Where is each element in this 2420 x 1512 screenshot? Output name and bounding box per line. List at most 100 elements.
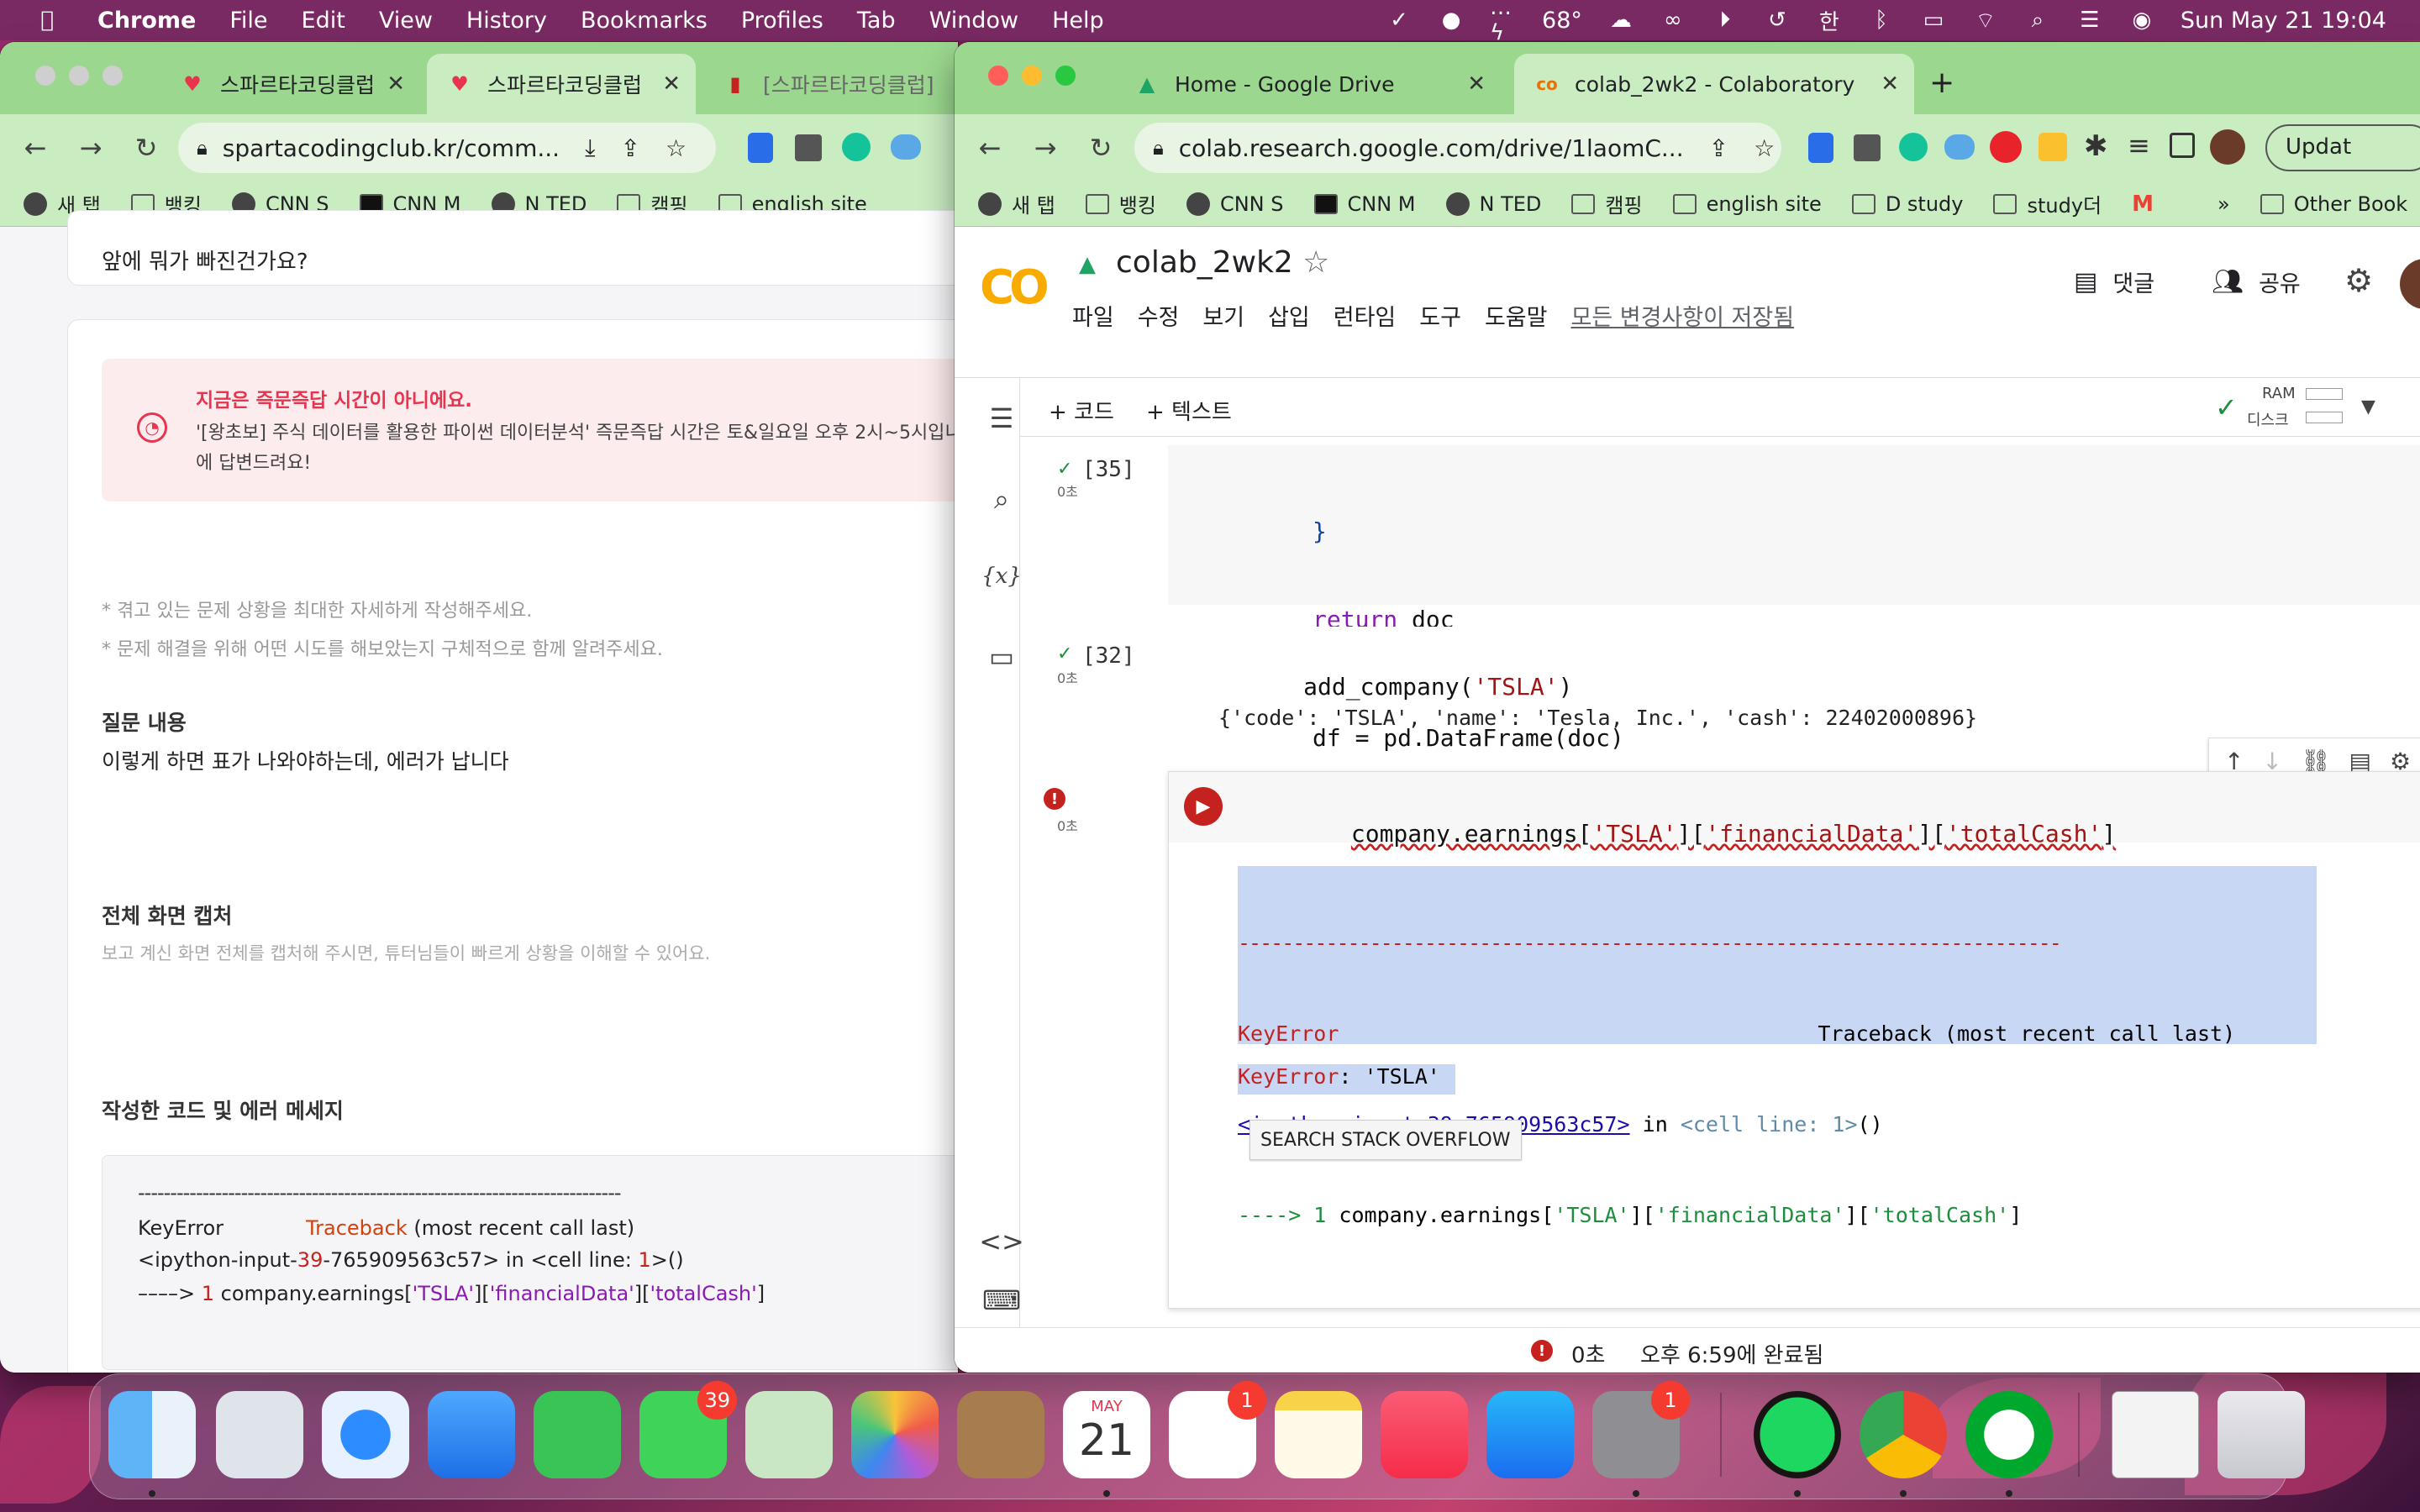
yellow-extension-icon[interactable] [2039, 133, 2067, 161]
zoom-window-button[interactable] [103, 66, 123, 86]
menu-help[interactable]: 도움말 [1485, 299, 1548, 332]
menu-view[interactable]: View [379, 8, 433, 34]
colab-logo[interactable]: CO [980, 260, 1050, 315]
status-completed[interactable]: 오후 6:59에 완료됨 [1640, 1338, 1823, 1369]
code-snippets-icon[interactable]: <> [979, 1223, 1024, 1260]
comment-button[interactable]: ▤ 댓글 [2074, 265, 2154, 298]
facetime-app-icon[interactable] [534, 1391, 621, 1478]
bookmark-cnn-s[interactable]: CNN S [1186, 192, 1284, 216]
menu-tools[interactable]: 도구 [1419, 299, 1461, 332]
messages-app-icon[interactable]: 39 [639, 1381, 737, 1478]
status-exec-time[interactable]: 0초 [1571, 1338, 1605, 1369]
code-cell-35[interactable]: } return doc df = pd.DataFrame(doc) [1168, 445, 2420, 752]
bookmark-folder-camping[interactable]: 캠핑 [1571, 189, 1643, 218]
back-icon[interactable]: ← [18, 131, 52, 165]
run-cell-button[interactable]: ▶ [1184, 787, 1223, 826]
spotify-app-icon[interactable] [1754, 1391, 1841, 1478]
safari-app-icon[interactable] [322, 1391, 409, 1478]
gmail-bookmark[interactable]: M [2132, 192, 2154, 217]
share-icon[interactable]: ⇪ [1709, 134, 1728, 162]
variables-icon[interactable]: {x} [981, 558, 1022, 595]
reading-list-icon[interactable]: ≡ [2128, 129, 2150, 161]
final-error-line[interactable]: KeyError: 'TSLA' [1238, 1064, 1455, 1095]
search-stack-overflow-button[interactable]: SEARCH STACK OVERFLOW [1249, 1120, 1522, 1160]
menubar-datetime[interactable]: Sun May 21 19:04 [2181, 8, 2386, 34]
tab-sparta-1[interactable]: ♥ 스파르타코딩클럽 ✕ [160, 54, 420, 114]
settings-gear-icon[interactable]: ⚙ [2344, 262, 2373, 299]
notebook-title[interactable]: colab_2wk2 [1116, 245, 1293, 280]
adblock-extension-icon[interactable] [1990, 131, 2022, 163]
menu-app-name[interactable]: Chrome [97, 8, 196, 34]
bitwarden-extension-icon[interactable] [1808, 133, 1833, 163]
bluetooth-icon[interactable]: ᛒ [1868, 7, 1895, 34]
star-icon[interactable]: ☆ [1302, 245, 1329, 280]
calendar-app-icon[interactable]: MAY 21 [1063, 1391, 1150, 1478]
tab-sparta-3[interactable]: ▮ [스파르타코딩클럽] [702, 54, 958, 114]
minimize-window-button[interactable] [69, 66, 89, 86]
menu-file[interactable]: 파일 [1072, 299, 1114, 332]
maps-app-icon[interactable] [745, 1391, 833, 1478]
cloud-extension-icon[interactable] [1944, 134, 1975, 160]
bookmark-new-tab[interactable]: 새 탭 [978, 189, 1055, 218]
menu-edit[interactable]: 수정 [1138, 299, 1180, 332]
menu-view[interactable]: 보기 [1202, 299, 1244, 332]
traceback-output[interactable]: ----------------------------------------… [1238, 866, 2317, 1227]
evernote-app-icon[interactable] [1965, 1391, 2053, 1478]
battery-icon[interactable]: ▭ [1920, 7, 1947, 34]
reminders-app-icon[interactable]: 1 [1169, 1381, 1266, 1478]
evernote-helper-icon[interactable]: ● [1438, 7, 1465, 34]
contacts-app-icon[interactable] [957, 1391, 1044, 1478]
code-cell-32[interactable]: add_company('TSLA') [1168, 627, 2420, 701]
lightning-icon[interactable]: …ϟ [1490, 0, 1517, 45]
apple-icon[interactable]:  [34, 7, 60, 34]
input-language-icon[interactable]: 한 [1816, 7, 1843, 35]
add-text-button[interactable]: + 텍스트 [1146, 395, 1232, 426]
grammarly-extension-icon[interactable] [1899, 133, 1928, 161]
menu-runtime[interactable]: 런타임 [1334, 299, 1397, 332]
command-palette-icon[interactable]: ⌨ [982, 1282, 1021, 1319]
profile-avatar[interactable] [2210, 129, 2245, 165]
share-button[interactable]: 👥︎ 공유 [2212, 265, 2301, 298]
error-cell-code[interactable]: company.earnings['TSLA']['financialData'… [1238, 792, 2116, 875]
time-machine-icon[interactable]: ↺ [1764, 7, 1791, 34]
instapaper-extension-icon[interactable] [795, 134, 822, 161]
reload-icon[interactable]: ↻ [129, 131, 163, 165]
wifi-icon[interactable]: ⌔ [1972, 7, 1999, 34]
bookmark-folder-english[interactable]: english site [1672, 192, 1822, 216]
search-icon[interactable]: ⌕ [983, 480, 1020, 517]
recent-window-thumbnail[interactable] [2112, 1391, 2199, 1478]
close-tab-icon[interactable]: ✕ [387, 71, 405, 97]
menu-insert[interactable]: 삽입 [1268, 299, 1310, 332]
bitwarden-extension-icon[interactable] [748, 133, 773, 163]
tab-sparta-2[interactable]: ♥ 스파르타코딩클럽 ✕ [427, 54, 696, 114]
cloud-extension-icon[interactable] [891, 134, 921, 160]
code-block[interactable]: ----------------------------------------… [102, 1155, 958, 1370]
app-store-icon[interactable] [1486, 1391, 1574, 1478]
bookmarks-overflow[interactable]: » [2217, 192, 2230, 216]
weather-temp[interactable]: 68° [1542, 8, 1582, 34]
forward-icon[interactable]: → [1028, 131, 1062, 165]
side-panel-icon[interactable] [2170, 133, 2195, 158]
bookmark-cnn-m[interactable]: CNN M [1313, 192, 1416, 216]
connected-check-icon[interactable]: ✓ [2215, 391, 2238, 423]
instapaper-extension-icon[interactable] [1854, 134, 1881, 161]
tab-google-drive[interactable]: ▲ Home - Google Drive ✕ [1114, 54, 1501, 114]
grammarly-extension-icon[interactable] [842, 133, 871, 161]
close-tab-icon[interactable]: ✕ [1467, 71, 1486, 97]
bookmark-star-icon[interactable]: ☆ [1754, 134, 1775, 162]
back-icon[interactable]: ← [973, 131, 1007, 165]
bookmark-ted[interactable]: N TED [1445, 192, 1541, 216]
menu-file[interactable]: File [229, 8, 267, 34]
close-tab-icon[interactable]: ✕ [1881, 71, 1899, 97]
menu-history[interactable]: History [466, 8, 547, 34]
other-bookmarks[interactable]: Other Book [2260, 192, 2407, 216]
share-icon[interactable]: ⇪ [620, 134, 639, 162]
menu-tab[interactable]: Tab [857, 8, 896, 34]
tab-colab[interactable]: co colab_2wk2 - Colaboratory ✕ [1514, 54, 1914, 114]
close-tab-icon[interactable]: ✕ [662, 71, 681, 97]
bookmark-folder-study[interactable]: study더 [1993, 189, 2102, 218]
menu-window[interactable]: Window [929, 8, 1018, 34]
vpn-icon[interactable]: ✓ [1386, 7, 1413, 34]
close-window-button[interactable] [988, 66, 1008, 86]
files-folder-icon[interactable]: ▭ [983, 638, 1020, 675]
